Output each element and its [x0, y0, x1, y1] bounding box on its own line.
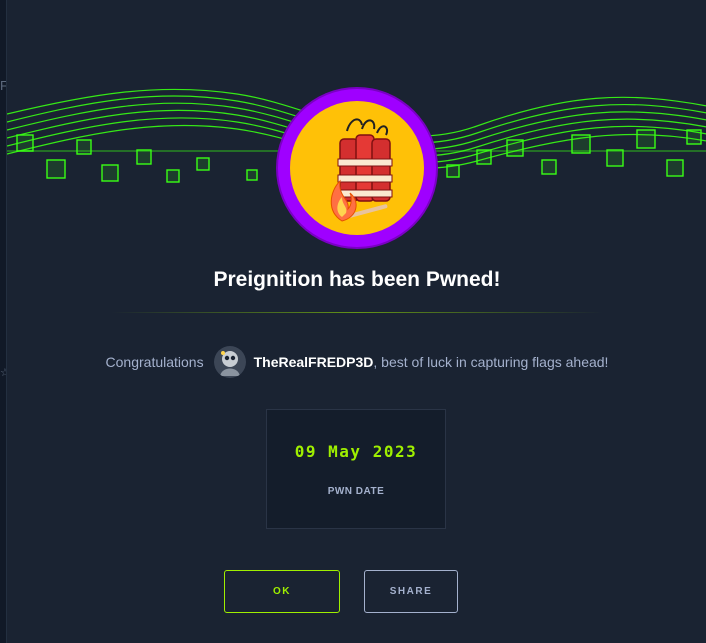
user-avatar	[213, 346, 246, 378]
pwn-date-value: 09 May 2023	[294, 442, 418, 461]
congrats-suffix: , best of luck in capturing flags ahead!	[373, 354, 609, 370]
modal-title: Preignition has been Pwned!	[213, 268, 501, 291]
pwn-date-label: PWN DATE	[327, 486, 385, 497]
pwned-modal: Preignition has been Pwned! Congratulati…	[6, 0, 706, 643]
congrats-prefix: Congratulations	[105, 354, 204, 370]
ok-button[interactable]: OK	[224, 570, 340, 613]
pwn-date-card: 09 May 2023 PWN DATE	[266, 409, 446, 529]
dynamite-icon	[290, 101, 424, 235]
share-button[interactable]: SHARE	[364, 570, 458, 613]
title-divider	[111, 312, 603, 313]
username[interactable]: TheRealFREDP3D	[254, 354, 374, 370]
congrats-message: Congratulations TheRealFREDP3D , best of…	[7, 346, 706, 378]
machine-badge	[278, 89, 436, 247]
